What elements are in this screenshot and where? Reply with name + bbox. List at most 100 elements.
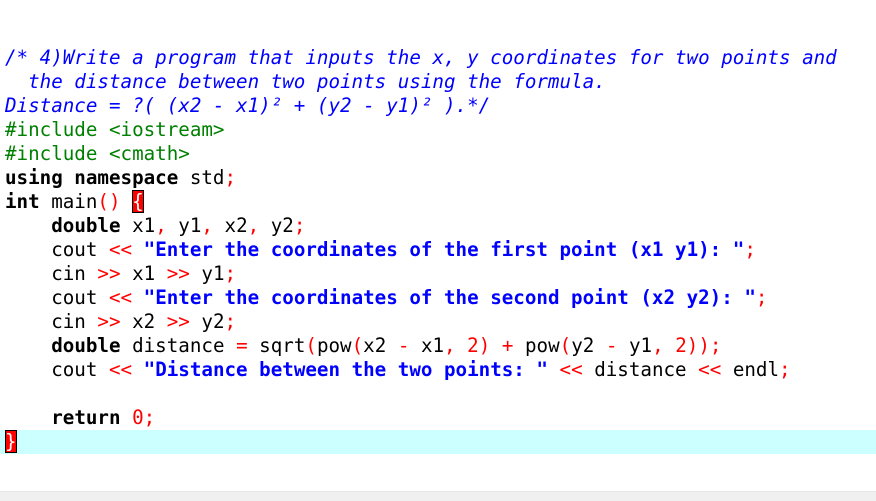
code-token: - xyxy=(397,334,410,357)
code-line[interactable]: using namespace std; xyxy=(0,166,876,190)
code-token: ; xyxy=(224,310,237,333)
code-token: cout xyxy=(5,238,109,261)
code-token: ; xyxy=(224,262,237,285)
code-line[interactable]: cout << "Enter the coordinates of the se… xyxy=(0,286,876,310)
code-token: main xyxy=(39,190,98,213)
code-token: ; xyxy=(293,214,306,237)
code-token: cin xyxy=(5,262,98,285)
code-line[interactable]: cin >> x2 >> y2; xyxy=(0,310,876,334)
code-line[interactable]: double x1, y1, x2, y2; xyxy=(0,214,876,238)
code-token: endl xyxy=(721,358,780,381)
code-token: , xyxy=(652,334,664,357)
code-token: "Enter the coordinates of the first poin… xyxy=(143,238,745,261)
code-line[interactable]: the distance between two points using th… xyxy=(0,70,876,94)
code-line[interactable]: double distance = sqrt(pow(x2 - x1, 2) +… xyxy=(0,334,876,358)
code-line[interactable] xyxy=(0,382,876,406)
code-token: y2 xyxy=(571,334,606,357)
code-line[interactable]: /* 4)Write a program that inputs the x, … xyxy=(0,46,876,70)
code-token: cin xyxy=(5,310,98,333)
code-line[interactable]: cout << "Distance between the two points… xyxy=(0,358,876,382)
code-token: y1 xyxy=(189,262,225,285)
code-token: - xyxy=(605,334,618,357)
code-token: y2 xyxy=(189,310,225,333)
code-line[interactable]: return 0; xyxy=(0,406,876,430)
code-token: distance xyxy=(120,334,237,357)
code-token: ( xyxy=(351,334,364,357)
code-editor[interactable]: /* 4)Write a program that inputs the x, … xyxy=(0,0,876,501)
code-line[interactable]: cin >> x1 >> y1; xyxy=(0,262,876,286)
code-token: 2 xyxy=(467,334,479,357)
code-token: ; xyxy=(224,166,237,189)
code-token: "Distance between the two points: " xyxy=(143,358,548,381)
code-token: x1 xyxy=(120,214,156,237)
code-token: x1 xyxy=(409,334,445,357)
code-token: distance xyxy=(582,358,699,381)
code-token: int xyxy=(5,190,40,213)
code-token: #include <iostream> xyxy=(5,118,225,141)
code-token: y1 xyxy=(166,214,202,237)
code-token: pow xyxy=(316,334,352,357)
code-token: << xyxy=(108,238,133,261)
code-token: 2 xyxy=(675,334,687,357)
code-token: ) xyxy=(478,334,491,357)
code-token: ; xyxy=(143,406,156,429)
code-line[interactable]: #include <cmath> xyxy=(0,142,876,166)
code-token: , xyxy=(444,334,456,357)
code-token: return xyxy=(51,406,121,429)
code-token: x2 xyxy=(120,310,167,333)
code-token: << xyxy=(698,358,722,381)
code-token: )); xyxy=(686,334,722,357)
code-token: >> xyxy=(166,262,190,285)
code-line-current[interactable]: } xyxy=(0,430,876,454)
matched-brace: { xyxy=(132,190,144,213)
code-token: , xyxy=(155,214,167,237)
code-token: x2 xyxy=(212,214,248,237)
code-token: << xyxy=(108,286,133,309)
code-token: << xyxy=(108,358,133,381)
code-token: double xyxy=(51,214,121,237)
code-token: ( xyxy=(559,334,572,357)
code-token: "Enter the coordinates of the second poi… xyxy=(143,286,756,309)
code-token: >> xyxy=(166,310,190,333)
code-token: sqrt xyxy=(247,334,306,357)
code-token: cout xyxy=(5,358,109,381)
code-token: , xyxy=(201,214,213,237)
code-token: Distance = ?( (x2 - x1)² + (y2 - y1)² ).… xyxy=(5,94,491,117)
matched-brace: } xyxy=(5,430,17,453)
code-line[interactable]: int main() { xyxy=(0,190,876,214)
code-token: #include <cmath> xyxy=(5,142,190,165)
code-area[interactable]: /* 4)Write a program that inputs the x, … xyxy=(0,46,876,454)
code-token: >> xyxy=(97,310,121,333)
code-token: = xyxy=(236,334,248,357)
code-token: ( xyxy=(305,334,317,357)
code-token: double xyxy=(51,334,121,357)
code-token: cout xyxy=(5,286,109,309)
code-token: ; xyxy=(744,238,756,261)
code-token: /* 4)Write a program that inputs the x, … xyxy=(5,46,837,69)
code-token: >> xyxy=(97,262,121,285)
code-token: ; xyxy=(755,286,768,309)
code-line[interactable]: #include <iostream> xyxy=(0,118,876,142)
code-token: , xyxy=(247,214,260,237)
code-token: using namespace xyxy=(5,166,179,189)
code-token: 0 xyxy=(132,406,144,429)
code-token: the distance between two points using th… xyxy=(5,70,606,93)
code-line[interactable]: cout << "Enter the coordinates of the fi… xyxy=(0,238,876,262)
code-token: std xyxy=(178,166,225,189)
code-line[interactable]: Distance = ?( (x2 - x1)² + (y2 - y1)² ).… xyxy=(0,94,876,118)
code-token: x2 xyxy=(363,334,398,357)
code-token: y1 xyxy=(617,334,653,357)
code-token: << xyxy=(559,358,583,381)
